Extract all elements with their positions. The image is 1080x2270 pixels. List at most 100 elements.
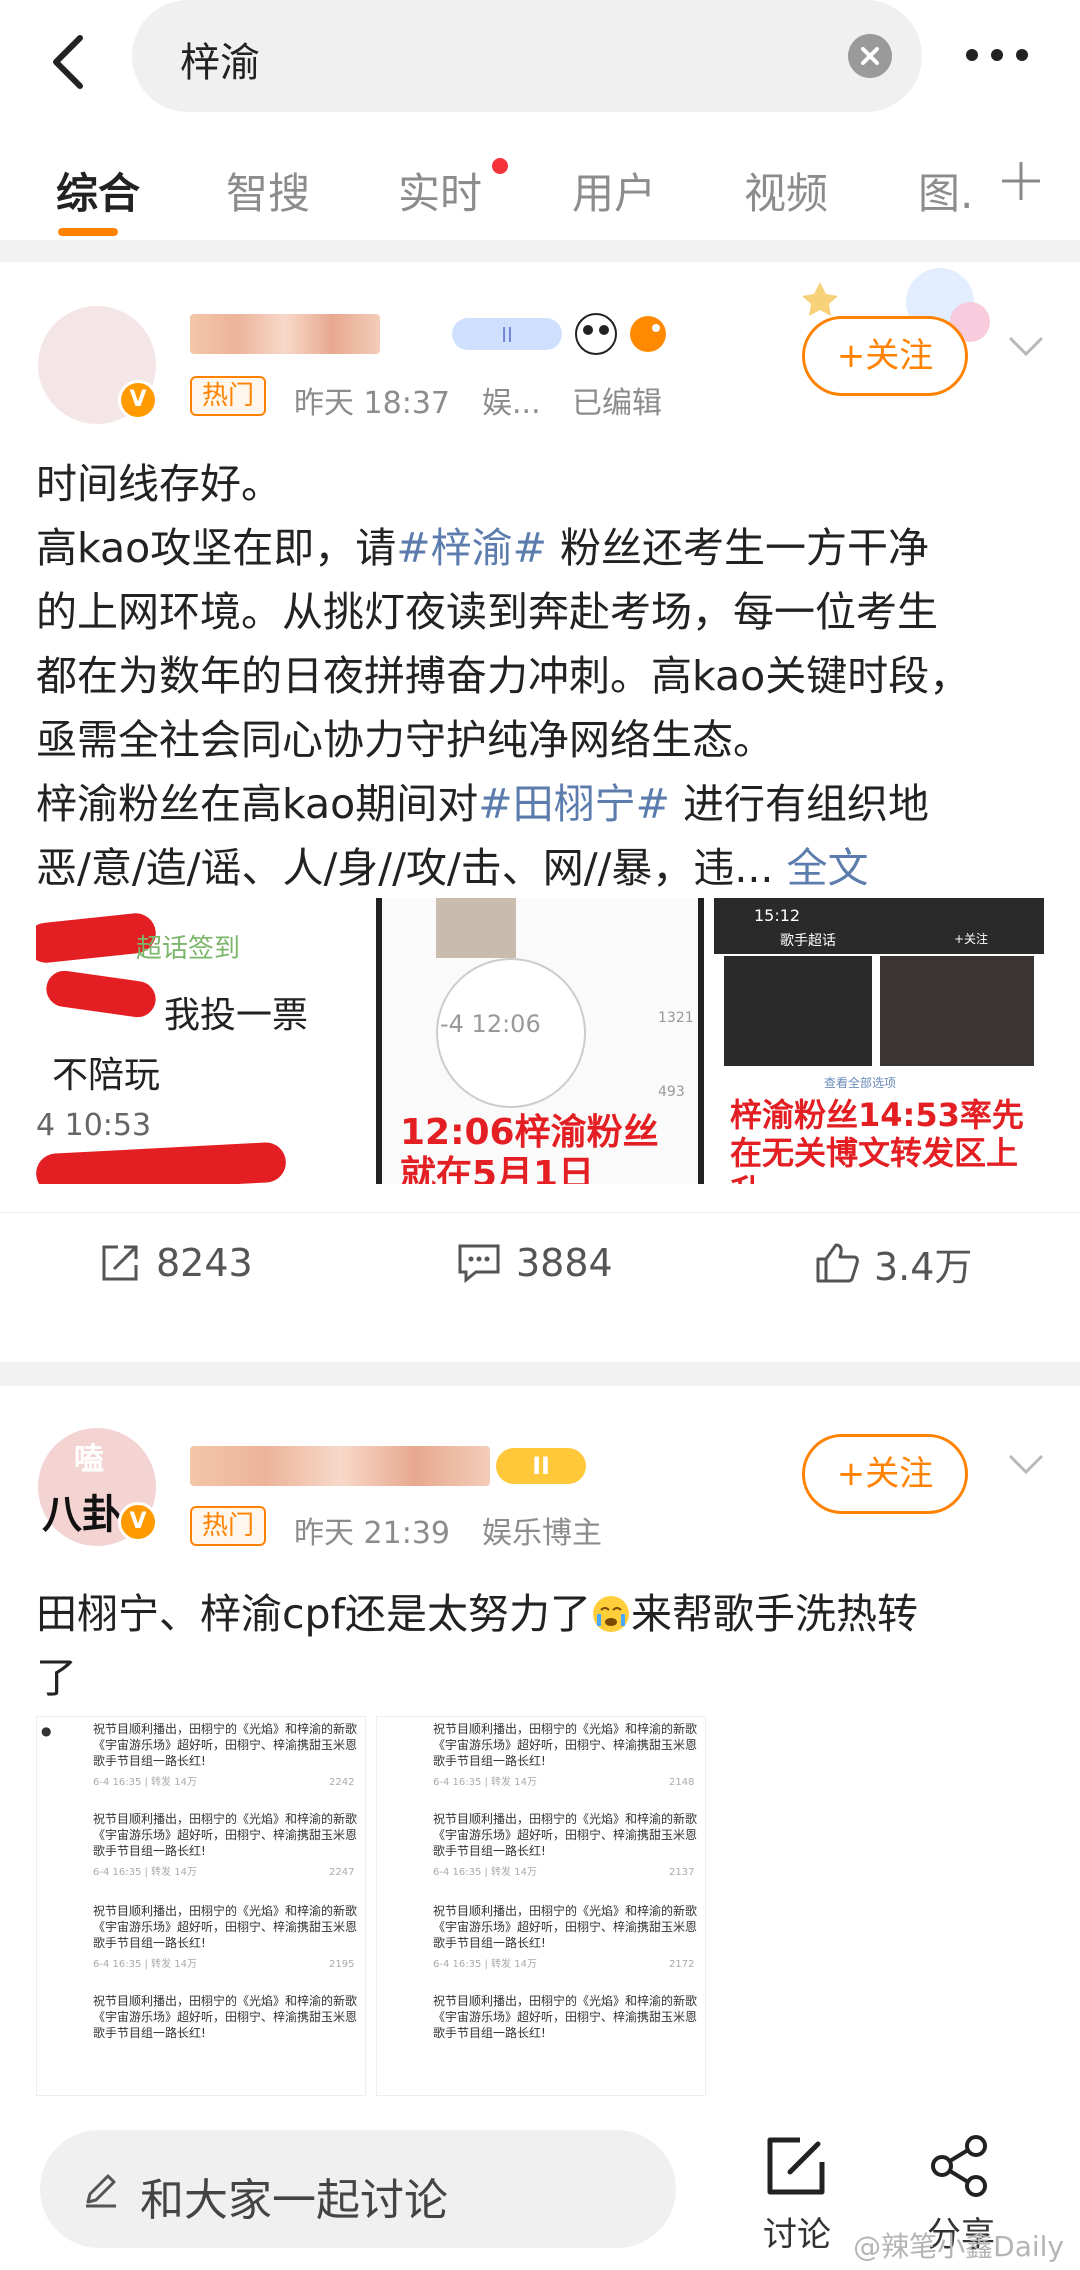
text-line: 梓渝粉丝在高kao期间对#田栩宁# 进行有组织地 [36, 772, 1046, 836]
text-fragment: 高kao攻坚在即，请 [36, 524, 397, 572]
post-text: 时间线存好。 高kao攻坚在即，请#梓渝# 粉丝还考生一方干净 的上网环境。从挑… [36, 452, 1046, 900]
mini-avatar: ● [41, 1724, 52, 1738]
hashtag-link[interactable]: #梓渝# [396, 524, 547, 572]
mini-post-text: 祝节目顺利播出，田栩宁的《光焰》和梓渝的新歌《宇宙游乐场》超好听，田栩宁、梓渝携… [93, 1812, 358, 1858]
repost-count: 8243 [156, 1241, 253, 1285]
post-time: 昨天 21:39 [294, 1516, 450, 1551]
repost-icon [102, 1245, 138, 1281]
text-fragment: 恶/意/造/谣、人/身//攻/击、网//暴，违... [36, 844, 774, 892]
back-arrow-icon[interactable] [36, 26, 106, 96]
mini-meta: 6-4 16:35 | 转发 14万 [433, 1867, 537, 1878]
image-expand: 查看全部选项 [824, 1076, 897, 1090]
username-blurred[interactable] [190, 1446, 490, 1486]
mini-post-text: 祝节目顺利播出，田栩宁的《光焰》和梓渝的新歌《宇宙游乐场》超好听，田栩宁、梓渝携… [93, 1904, 358, 1950]
discuss-button[interactable]: 讨论 [752, 2134, 842, 2256]
image-text: 我投一票 [164, 995, 309, 1036]
text-line: 都在为数年的日夜拼搏奋力冲刺。高kao关键时段， [36, 652, 971, 700]
mini-post-text: 祝节目顺利播出，田栩宁的《光焰》和梓渝的新歌《宇宙游乐场》超好听，田栩宁、梓渝携… [93, 1994, 358, 2040]
share-icon [931, 2135, 987, 2197]
text-fragment: 进行有组织地 [683, 780, 929, 828]
like-button[interactable]: 3.4万 [814, 1213, 972, 1313]
mini-post-text: 祝节目顺利播出，田栩宁的《光焰》和梓渝的新歌《宇宙游乐场》超好听，田栩宁、梓渝携… [433, 1994, 698, 2040]
follow-button[interactable]: +关注 [802, 316, 968, 396]
add-tab-icon[interactable] [998, 158, 1044, 204]
more-icon[interactable] [962, 40, 1032, 70]
image-time: -4 12:06 [440, 1010, 541, 1038]
image-text: 4 10:53 [36, 1108, 152, 1143]
mini-meta: 6-4 16:35 | 转发 14万 [93, 1777, 197, 1788]
level-badge: II [496, 1448, 586, 1484]
comment-icon [458, 1244, 500, 1284]
mini-count: 2148 [669, 1777, 695, 1788]
search-input[interactable]: 梓渝 [132, 0, 922, 112]
post-image-1[interactable]: 超话签到 我投一票 不陪玩 4 10:53 [36, 898, 366, 1184]
image-text: 不陪玩 [52, 1055, 161, 1096]
post-card[interactable]: 嗑 八卦 V II 热门 昨天 21:39 娱乐博主 +关注 田栩宁、梓渝cpf… [0, 1386, 1080, 2110]
active-tab-indicator [58, 228, 118, 236]
search-query: 梓渝 [180, 40, 260, 86]
chevron-down-icon[interactable] [1006, 1452, 1046, 1476]
edit-square-icon [767, 2137, 825, 2195]
image-chip: 超话签到 [136, 934, 241, 964]
follow-button[interactable]: +关注 [802, 1434, 968, 1514]
text-fragment: 田栩宁、梓渝cpf还是太努力了 [36, 1590, 592, 1638]
post-text: 田栩宁、梓渝cpf还是太努力了 来帮歌手洗热转 了 [36, 1582, 1046, 1710]
watermark: @辣笔小鑫Daily [853, 2230, 1064, 2263]
image-title: 歌手超话 [780, 933, 836, 949]
hot-badge: 热门 [190, 376, 267, 416]
post-image-2[interactable]: 祝节目顺利播出，田栩宁的《光焰》和梓渝的新歌《宇宙游乐场》超好听，田栩宁、梓渝携… [376, 1716, 706, 2096]
image-caption: 梓渝粉丝14:53率先在无关博文转发区上升 [730, 1096, 1024, 1184]
tab-users[interactable]: 用户 [572, 160, 656, 221]
post-image-3[interactable]: 15:12 歌手超话 +关注 查看全部选项 梓渝粉丝14:53率先在无关博文转发… [714, 898, 1044, 1184]
post-card[interactable]: V II 热门 昨天 18:37 娱... 已编辑 +关注 时间线存好。 高ka… [0, 262, 1080, 1362]
text-fragment: 梓渝粉丝在高kao期间对 [36, 780, 479, 828]
mini-post-text: 祝节目顺利播出，田栩宁的《光焰》和梓渝的新歌《宇宙游乐场》超好听，田栩宁、梓渝携… [93, 1722, 358, 1768]
pencil-icon [86, 2174, 116, 2208]
post-image-2[interactable]: -4 12:06 1321 493 12:06梓渝粉丝就在5月1日 [376, 898, 704, 1184]
crying-emoji-icon [593, 1596, 630, 1632]
tab-smart-search[interactable]: 智搜 [226, 160, 310, 221]
tab-realtime[interactable]: 实时 [398, 160, 482, 221]
text-line: 的上网环境。从挑灯夜读到奔赴考场，每一位考生 [36, 588, 938, 636]
chevron-down-icon[interactable] [1006, 334, 1046, 358]
verified-badge: V [118, 1502, 158, 1542]
red-scribble [44, 968, 158, 1020]
photo-thumb [880, 956, 1034, 1066]
mini-count: 2172 [669, 1959, 695, 1970]
bottom-bar: 和大家一起讨论 讨论 分享 @辣笔小鑫Daily [0, 2110, 1080, 2270]
tab-videos[interactable]: 视频 [744, 160, 828, 221]
post-actions: 8243 3884 3.4万 [0, 1212, 1080, 1312]
clear-icon[interactable] [848, 34, 892, 78]
image-count: 1321 [658, 1010, 694, 1026]
post-image-1[interactable]: ● 祝节目顺利播出，田栩宁的《光焰》和梓渝的新歌《宇宙游乐场》超好听，田栩宁、梓… [36, 1716, 366, 2096]
post-source: 娱乐博主 [482, 1516, 602, 1551]
text-fragment: 粉丝还考生一方干净 [560, 524, 929, 572]
text-line: 时间线存好。 [36, 460, 282, 508]
mini-meta: 6-4 16:35 | 转发 14万 [93, 1867, 197, 1878]
image-count: 493 [658, 1084, 685, 1100]
realtime-red-dot [492, 158, 508, 174]
comment-input[interactable]: 和大家一起讨论 [40, 2130, 676, 2248]
edited-label: 已编辑 [572, 386, 662, 421]
mini-post-text: 祝节目顺利播出，田栩宁的《光焰》和梓渝的新歌《宇宙游乐场》超好听，田栩宁、梓渝携… [433, 1904, 698, 1950]
mini-post-text: 祝节目顺利播出，田栩宁的《光焰》和梓渝的新歌《宇宙游乐场》超好听，田栩宁、梓渝携… [433, 1722, 698, 1768]
user-badges-icon: II [452, 313, 666, 355]
mini-post-text: 祝节目顺利播出，田栩宁的《光焰》和梓渝的新歌《宇宙游乐场》超好听，田栩宁、梓渝携… [433, 1812, 698, 1858]
mini-count: 2242 [329, 1777, 355, 1788]
mini-count: 2195 [329, 1959, 355, 1970]
tab-comprehensive[interactable]: 综合 [56, 160, 140, 221]
full-text-link[interactable]: 全文 [786, 844, 868, 892]
verified-badge: V [118, 380, 158, 420]
hashtag-link[interactable]: #田栩宁# [478, 780, 670, 828]
repost-button[interactable]: 8243 [98, 1213, 253, 1313]
svg-text:II: II [501, 323, 513, 347]
tab-images[interactable]: 图. [918, 160, 973, 221]
mini-meta: 6-4 16:35 | 转发 14万 [433, 1777, 537, 1788]
post-source: 娱... [482, 386, 541, 421]
username-blurred[interactable] [190, 314, 380, 354]
status-time: 15:12 [754, 906, 801, 925]
comment-button[interactable]: 3884 [456, 1213, 613, 1313]
text-line: 恶/意/造/谣、人/身//攻/击、网//暴，违... 全文 [36, 836, 1046, 900]
text-fragment: 来帮歌手洗热转 [631, 1590, 919, 1638]
search-tabs: 综合 智搜 实时 用户 视频 图. [0, 140, 1080, 240]
